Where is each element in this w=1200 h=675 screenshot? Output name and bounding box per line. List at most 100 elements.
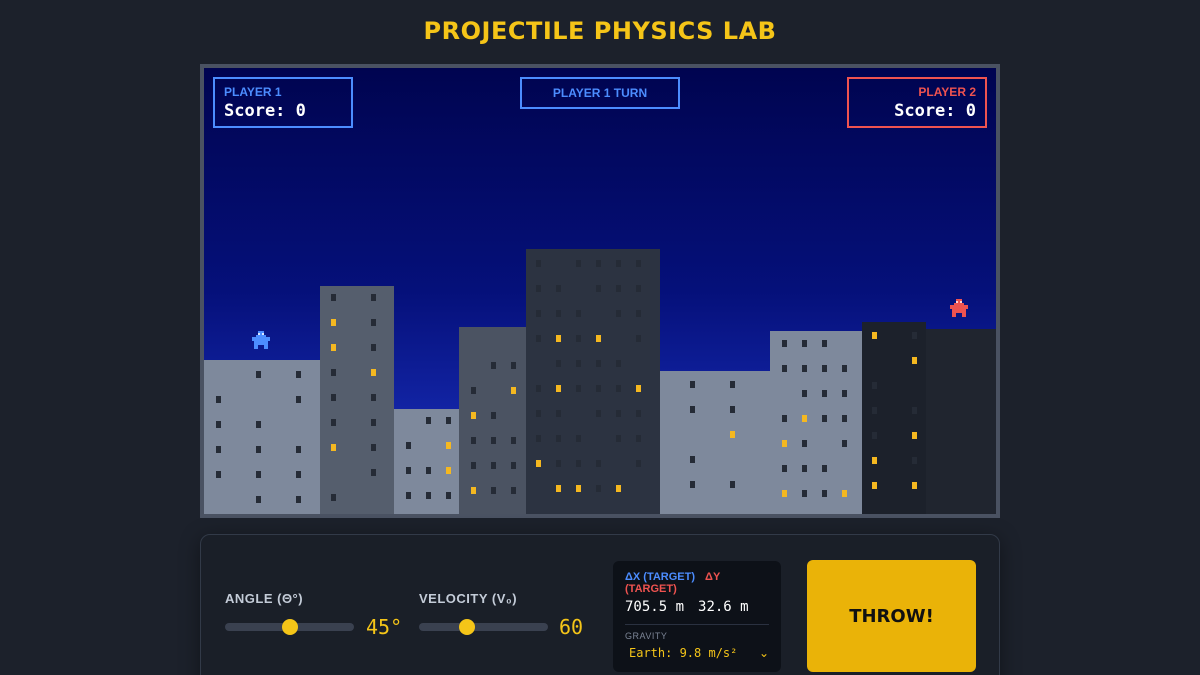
window — [536, 285, 541, 292]
delta-x-label: ΔX (TARGET) — [625, 571, 696, 583]
game-arena[interactable]: PLAYER 1 Score: 0 PLAYER 1 TURN PLAYER 2… — [200, 64, 1000, 518]
window — [802, 340, 807, 347]
window — [491, 487, 496, 494]
turn-indicator: PLAYER 1 TURN — [520, 77, 680, 109]
window — [802, 465, 807, 472]
angle-slider[interactable] — [225, 619, 354, 635]
window — [690, 481, 695, 488]
window-lit — [730, 431, 735, 438]
window — [556, 410, 561, 417]
window — [690, 406, 695, 413]
window — [912, 332, 917, 339]
window — [216, 471, 221, 478]
window — [491, 462, 496, 469]
window — [511, 362, 516, 369]
window — [296, 446, 301, 453]
building — [660, 371, 770, 514]
window-lit — [912, 432, 917, 439]
window — [536, 310, 541, 317]
window — [872, 382, 877, 389]
building — [459, 327, 526, 514]
window — [536, 410, 541, 417]
window — [296, 396, 301, 403]
window — [912, 407, 917, 414]
delta-x-value: 705.5 m — [625, 599, 685, 615]
player-2-label: PLAYER 2 — [918, 85, 976, 99]
window-lit — [331, 319, 336, 326]
window — [296, 471, 301, 478]
window — [636, 435, 641, 442]
window — [371, 294, 376, 301]
window — [822, 415, 827, 422]
window — [536, 335, 541, 342]
window — [331, 369, 336, 376]
window — [256, 496, 261, 503]
window — [446, 492, 451, 499]
window — [511, 462, 516, 469]
window-lit — [446, 467, 451, 474]
info-divider — [625, 624, 769, 625]
window-lit — [576, 485, 581, 492]
window-lit — [782, 440, 787, 447]
window — [730, 381, 735, 388]
building — [394, 409, 459, 514]
player-2-score: Score: 0 — [894, 101, 976, 121]
window — [511, 487, 516, 494]
window — [730, 481, 735, 488]
window — [556, 285, 561, 292]
window — [331, 394, 336, 401]
building — [770, 331, 862, 514]
velocity-slider[interactable] — [419, 619, 548, 635]
window — [556, 460, 561, 467]
window — [406, 467, 411, 474]
window — [822, 340, 827, 347]
window — [636, 410, 641, 417]
window — [822, 365, 827, 372]
window-lit — [596, 335, 601, 342]
window — [536, 260, 541, 267]
delta-y-value: 32.6 m — [698, 599, 749, 615]
window — [782, 365, 787, 372]
window — [842, 390, 847, 397]
window — [556, 360, 561, 367]
building — [320, 286, 394, 514]
gravity-select[interactable]: Earth: 9.8 m/s² ⌄ — [625, 646, 769, 660]
window — [371, 469, 376, 476]
window — [782, 340, 787, 347]
window-lit — [872, 457, 877, 464]
window — [872, 432, 877, 439]
window-lit — [471, 487, 476, 494]
window — [576, 335, 581, 342]
window — [536, 435, 541, 442]
angle-slider-thumb[interactable] — [282, 619, 298, 635]
window — [690, 381, 695, 388]
window — [822, 390, 827, 397]
window — [296, 371, 301, 378]
window — [256, 471, 261, 478]
throw-button[interactable]: THROW! — [807, 560, 976, 672]
player-1-scorebox: PLAYER 1 Score: 0 — [213, 77, 353, 128]
window — [471, 462, 476, 469]
window-lit — [446, 442, 451, 449]
building — [862, 322, 926, 514]
window — [616, 260, 621, 267]
window — [872, 407, 877, 414]
building — [204, 360, 320, 514]
velocity-label: VELOCITY (V₀) — [419, 591, 518, 606]
window — [576, 435, 581, 442]
window — [491, 412, 496, 419]
window — [636, 310, 641, 317]
window-lit — [511, 387, 516, 394]
window — [406, 492, 411, 499]
velocity-slider-thumb[interactable] — [459, 619, 475, 635]
window — [596, 460, 601, 467]
window — [471, 387, 476, 394]
window — [802, 490, 807, 497]
window — [256, 421, 261, 428]
window — [371, 319, 376, 326]
window — [636, 460, 641, 467]
player-2-sprite — [948, 299, 972, 321]
window-lit — [782, 490, 787, 497]
window — [616, 410, 621, 417]
window — [596, 485, 601, 492]
